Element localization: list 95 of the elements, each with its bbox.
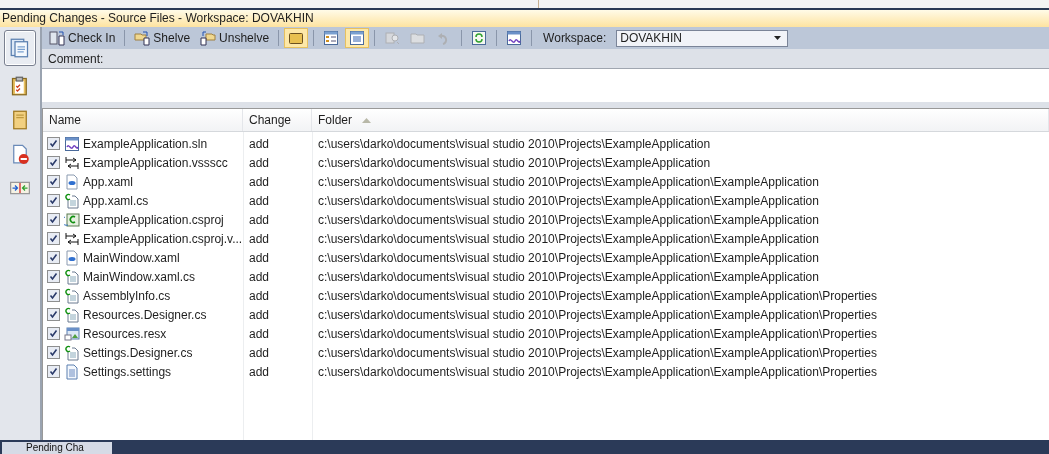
csharp-file-icon <box>64 344 80 361</box>
documents-icon <box>10 38 30 58</box>
change-cell-text: add <box>248 174 271 189</box>
folder-cell-text: c:\users\darko\documents\visual studio 2010\Projects\ExampleApplication\ExampleApplication <box>317 212 820 227</box>
toggle-button[interactable] <box>345 28 370 48</box>
check-in-icon <box>49 30 65 46</box>
toolbar-button[interactable]: Check In <box>45 28 120 48</box>
checkbox[interactable] <box>47 232 60 245</box>
csharp-file-icon <box>64 268 80 285</box>
file-name: Settings.settings <box>83 364 172 379</box>
tree-view-icon <box>323 30 340 46</box>
checkbox[interactable] <box>47 289 60 302</box>
solution-file-icon <box>64 135 80 152</box>
folder-cell-text: c:\users\darko\documents\visual studio 2010\Projects\ExampleApplication\ExampleApplication <box>317 250 820 265</box>
column-header[interactable]: Name <box>43 109 243 131</box>
file-name: MainWindow.xaml <box>83 250 180 265</box>
taskbar-tab[interactable]: Pending Cha <box>2 442 112 454</box>
folder-cell-text: c:\users\darko\documents\visual studio 2010\Projects\ExampleApplication\ExampleApplication\Properties <box>317 345 878 360</box>
xaml-file-icon <box>64 173 80 190</box>
checkbox[interactable] <box>47 137 60 150</box>
checkbox[interactable] <box>47 346 60 359</box>
note-icon <box>10 110 30 130</box>
workspace-label: Workspace: <box>543 31 607 45</box>
csharp-file-icon <box>64 287 80 304</box>
file-name: ExampleApplication.sln <box>83 136 208 151</box>
comment-panel-icon <box>288 30 305 46</box>
link-arrows-icon <box>64 230 80 247</box>
csharp-project-icon <box>64 211 80 228</box>
column-header[interactable]: Change <box>243 109 312 131</box>
folder-cell-text: c:\users\darko\documents\visual studio 2010\Projects\ExampleApplication\ExampleApplication <box>317 269 820 284</box>
change-cell-text: add <box>248 250 271 265</box>
change-cell-text: add <box>248 231 271 246</box>
shelve-icon <box>134 30 151 46</box>
refresh-icon <box>471 30 488 46</box>
checkbox[interactable] <box>47 156 60 169</box>
comment-field[interactable] <box>42 68 1049 102</box>
file-name: AssemblyInfo.cs <box>83 288 171 303</box>
folder-cell-text: c:\users\darko\documents\visual studio 2010\Projects\ExampleApplication\ExampleApplication <box>317 193 820 208</box>
file-name: App.xaml <box>83 174 134 189</box>
folder-cell-text: c:\users\darko\documents\visual studio 2010\Projects\ExampleApplication\ExampleApplication\Properties <box>317 326 878 341</box>
folder-cell-text: c:\users\darko\documents\visual studio 2010\Projects\ExampleApplication\ExampleApplication\Properties <box>317 288 878 303</box>
checkbox[interactable] <box>47 251 60 264</box>
folder-cell-text: c:\users\darko\documents\visual studio 2010\Projects\ExampleApplication\ExampleApplication\Properties <box>317 307 878 322</box>
file-name: ExampleApplication.vssscc <box>83 155 228 170</box>
file-name: Resources.resx <box>83 326 167 341</box>
link-arrows-icon <box>64 154 80 171</box>
checkbox[interactable] <box>47 194 60 207</box>
change-cell-text: add <box>248 193 271 208</box>
workspace-dropdown[interactable]: DOVAKHIN <box>616 29 789 47</box>
file-name: App.xaml.cs <box>83 193 149 208</box>
checkbox[interactable] <box>47 327 60 340</box>
folder-cell-text: c:\users\darko\documents\visual studio 2010\Projects\ExampleApplication <box>317 136 712 151</box>
window-title: Pending Changes - Source Files - Workspace: DOVAKHIN <box>0 10 1049 27</box>
flat-list-icon <box>349 30 366 46</box>
unshelve-icon <box>200 30 217 46</box>
folder-icon <box>410 30 427 46</box>
change-cell-text: add <box>248 136 271 151</box>
change-cell-text: add <box>248 269 271 284</box>
folder-cell-text: c:\users\darko\documents\visual studio 2010\Projects\ExampleApplication\ExampleApplication <box>317 231 820 246</box>
checkbox[interactable] <box>47 213 60 226</box>
csharp-file-icon <box>64 192 80 209</box>
sidebar-button[interactable] <box>4 30 36 66</box>
column-header[interactable]: Folder <box>312 109 1049 131</box>
toolbar-button[interactable]: Shelve <box>130 28 195 48</box>
xaml-file-icon <box>64 249 80 266</box>
resource-file-icon <box>64 325 80 342</box>
change-cell-text: add <box>248 345 271 360</box>
folder-cell-text: c:\users\darko\documents\visual studio 2010\Projects\ExampleApplication\ExampleApplication <box>317 174 820 189</box>
comment-label: Comment: <box>48 51 104 66</box>
folder-cell-text: c:\users\darko\documents\visual studio 2010\Projects\ExampleApplication <box>317 155 712 170</box>
checkbox[interactable] <box>47 270 60 283</box>
checkbox[interactable] <box>47 308 60 321</box>
file-name: ExampleApplication.csproj.v... <box>83 231 243 246</box>
change-cell-text: add <box>248 307 271 322</box>
change-cell-text: add <box>248 212 271 227</box>
checkbox[interactable] <box>47 365 60 378</box>
toolbar-button[interactable]: Unshelve <box>196 28 274 48</box>
solution-icon <box>506 30 523 46</box>
file-name: MainWindow.xaml.cs <box>83 269 196 284</box>
file-name: Settings.Designer.cs <box>83 345 193 360</box>
caret-icon <box>774 36 782 40</box>
clipboard-icon <box>10 76 30 96</box>
settings-file-icon <box>64 363 80 380</box>
blocked-document-icon <box>10 144 30 164</box>
file-name: Resources.Designer.cs <box>83 307 207 322</box>
change-cell-text: add <box>248 288 271 303</box>
file-name: ExampleApplication.csproj <box>83 212 224 227</box>
csharp-file-icon <box>64 306 80 323</box>
checkbox[interactable] <box>47 175 60 188</box>
change-cell-text: add <box>248 326 271 341</box>
change-cell-text: add <box>248 364 271 379</box>
resolve-icon <box>384 30 401 46</box>
toggle-button[interactable] <box>284 28 309 48</box>
change-cell-text: add <box>248 155 271 170</box>
folder-cell-text: c:\users\darko\documents\visual studio 2010\Projects\ExampleApplication\ExampleApplication\Properties <box>317 364 878 379</box>
